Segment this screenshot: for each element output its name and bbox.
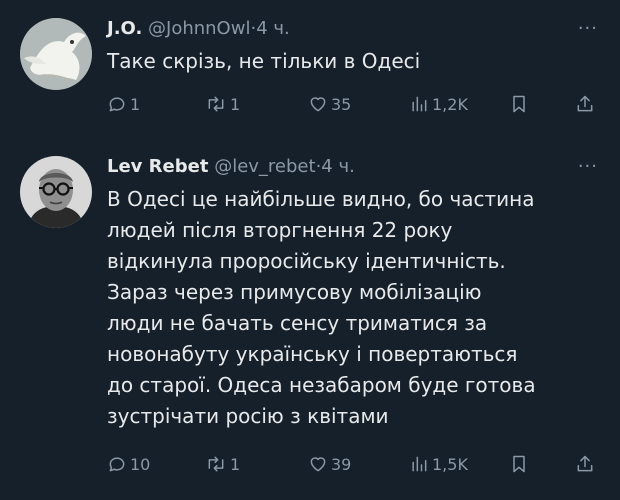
avatar[interactable] [20, 18, 92, 90]
tweet-lev-rebet[interactable]: Lev Rebet @lev_rebet·4 ч. ··· В Одесі це… [0, 140, 620, 500]
bookmark-button[interactable] [509, 94, 529, 114]
author-handle[interactable]: @lev_rebet [214, 156, 315, 177]
retweet-icon [208, 96, 224, 112]
like-icon [310, 457, 326, 472]
author-handle[interactable]: @JohnnOwl [148, 18, 250, 39]
retweet-count: 1 [230, 94, 241, 114]
like-button[interactable]: 39 [308, 454, 351, 474]
bookmark-icon [513, 95, 525, 113]
author-name[interactable]: Lev Rebet [107, 156, 208, 177]
reply-count: 10 [130, 454, 151, 474]
share-button[interactable] [575, 454, 595, 474]
action-bar: 1 1 35 1,2K [0, 94, 620, 120]
retweet-count: 1 [230, 454, 241, 474]
reply-button[interactable]: 1 [107, 94, 140, 114]
reply-icon [109, 457, 125, 472]
share-icon [577, 95, 593, 112]
bookmark-icon [513, 455, 525, 473]
views-icon [412, 456, 427, 472]
share-icon [577, 455, 593, 472]
like-count: 39 [331, 454, 352, 474]
share-button[interactable] [575, 94, 595, 114]
timestamp[interactable]: 4 ч. [321, 156, 355, 177]
tweet-header: J.O. @JohnnOwl·4 ч. [107, 17, 290, 41]
action-bar: 10 1 39 1,5K [0, 454, 620, 480]
tweet-text: В Одесі це найбільше видно, бо частина л… [107, 187, 536, 428]
like-icon [310, 97, 326, 112]
reply-count: 1 [130, 94, 141, 114]
views-button[interactable]: 1,2K [409, 94, 468, 114]
more-icon[interactable]: ··· [578, 18, 598, 39]
tweet-header: Lev Rebet @lev_rebet·4 ч. [107, 155, 355, 179]
reply-icon [109, 97, 125, 112]
retweet-button[interactable]: 1 [205, 94, 240, 114]
author-name[interactable]: J.O. [107, 18, 142, 39]
more-icon[interactable]: ··· [578, 156, 598, 177]
timestamp[interactable]: 4 ч. [256, 18, 290, 39]
views-button[interactable]: 1,5K [409, 454, 468, 474]
reply-button[interactable]: 10 [107, 454, 150, 474]
views-count: 1,2K [432, 94, 468, 114]
retweet-button[interactable]: 1 [205, 454, 240, 474]
views-icon [412, 96, 427, 112]
views-count: 1,5K [432, 454, 468, 474]
tweet-johnnowl[interactable]: J.O. @JohnnOwl·4 ч. ··· Таке скрізь, не … [0, 0, 620, 140]
retweet-icon [208, 456, 224, 472]
like-button[interactable]: 35 [308, 94, 351, 114]
avatar[interactable] [20, 156, 92, 228]
like-count: 35 [331, 94, 352, 114]
bookmark-button[interactable] [509, 454, 529, 474]
tweet-text: Таке скрізь, не тільки в Одесі [107, 49, 421, 73]
